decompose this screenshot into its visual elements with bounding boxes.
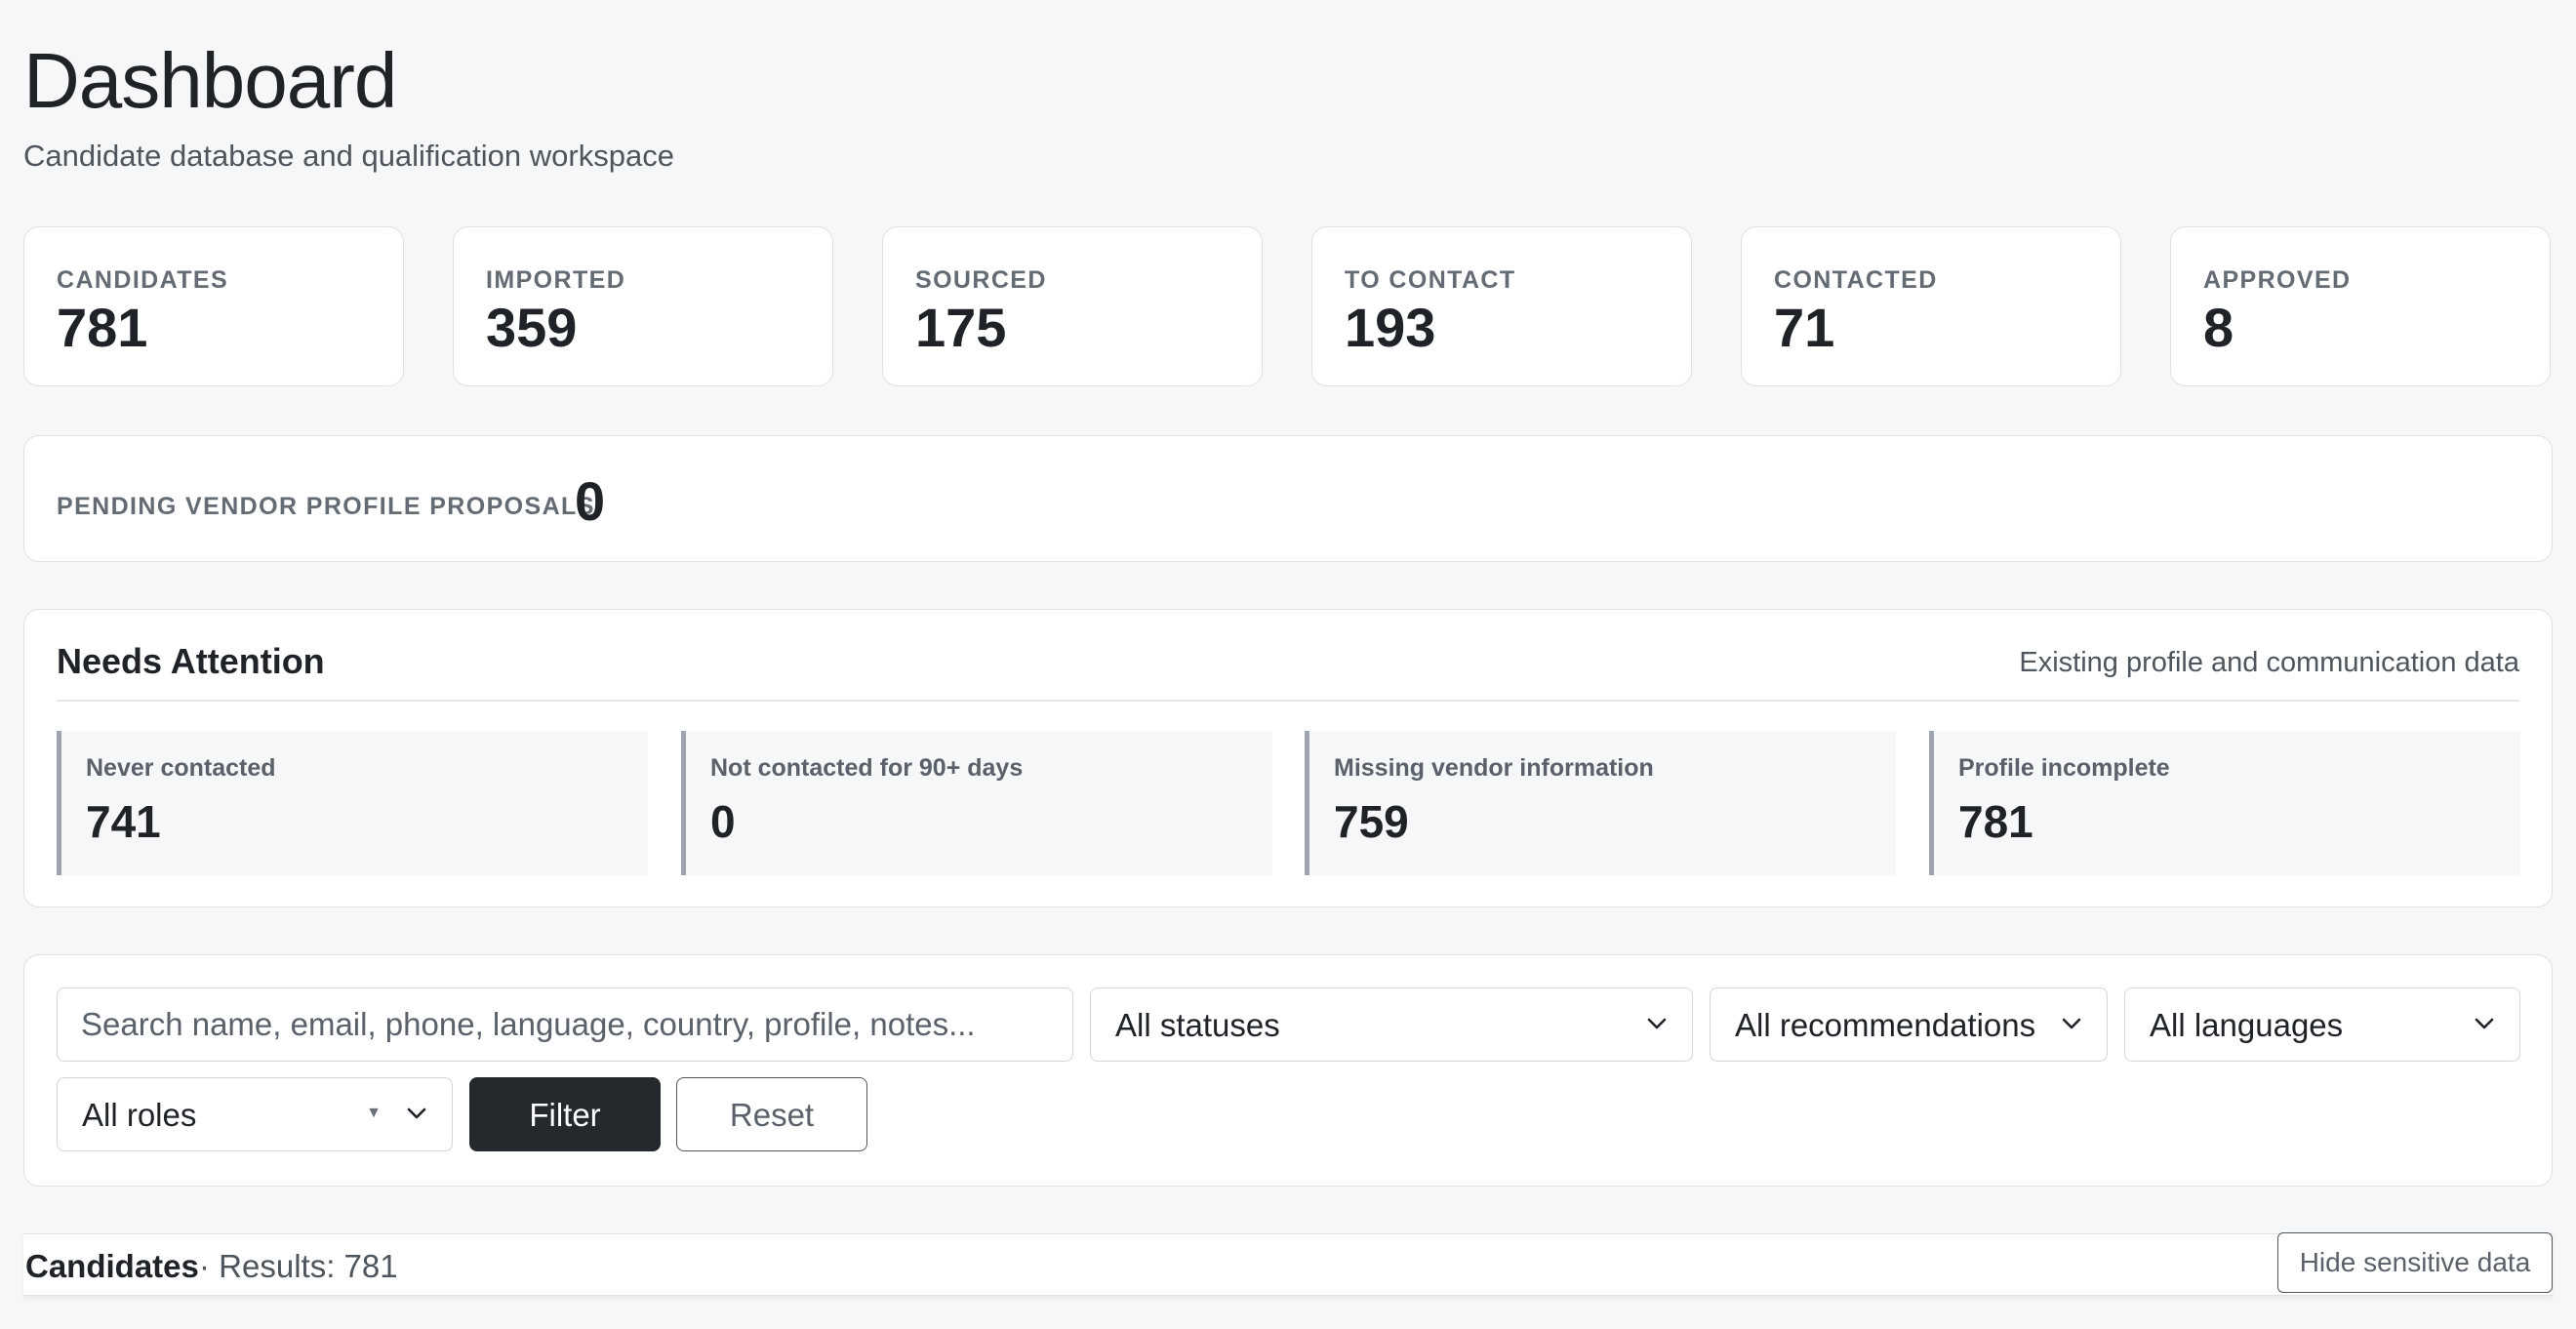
attention-card-missing-vendor[interactable]: Missing vendor information 759 — [1305, 731, 1896, 875]
role-select[interactable]: All roles ▼ — [57, 1077, 453, 1151]
language-select[interactable]: All languages — [2124, 987, 2520, 1062]
attention-card-never-contacted[interactable]: Never contacted 741 — [57, 731, 648, 875]
needs-attention-title: Needs Attention — [57, 641, 325, 681]
pending-proposals-value: 0 — [575, 470, 606, 532]
pending-proposals-card: PENDING VENDOR PROFILE PROPOSALS 0 — [23, 435, 2553, 562]
attention-card-profile-incomplete[interactable]: Profile incomplete 781 — [1929, 731, 2520, 875]
attention-card-value: 781 — [1958, 796, 2033, 847]
status-select[interactable]: All statuses — [1090, 987, 1693, 1062]
stat-value: 193 — [1345, 297, 1436, 358]
candidates-title: Candidates — [25, 1248, 199, 1284]
stat-card-approved: APPROVED 8 — [2170, 226, 2551, 386]
chevron-down-icon — [407, 1108, 426, 1119]
filter-panel: All statuses All recommendations All lan… — [23, 954, 2553, 1187]
attention-card-label: Profile incomplete — [1958, 754, 2170, 782]
divider — [57, 700, 2519, 702]
stat-label: CANDIDATES — [57, 266, 229, 294]
status-select-value: All statuses — [1115, 1007, 1280, 1043]
hide-sensitive-data-button[interactable]: Hide sensitive data — [2277, 1232, 2553, 1293]
candidates-header: Candidates · Results: 781 Hide sensitive… — [23, 1232, 2553, 1296]
stat-value: 71 — [1774, 297, 1835, 358]
attention-card-value: 0 — [710, 796, 736, 847]
stat-label: APPROVED — [2203, 266, 2352, 294]
attention-card-label: Never contacted — [86, 754, 276, 782]
pending-proposals-label: PENDING VENDOR PROFILE PROPOSALS — [57, 493, 595, 520]
stat-label: IMPORTED — [486, 266, 626, 294]
chevron-down-icon — [1647, 1018, 1667, 1029]
needs-attention-note: Existing profile and communication data — [2019, 647, 2519, 678]
role-select-value: All roles — [82, 1097, 197, 1133]
stat-label: CONTACTED — [1774, 266, 1938, 294]
chevron-down-icon — [2062, 1018, 2081, 1029]
stat-value: 175 — [915, 297, 1007, 358]
stat-label: SOURCED — [915, 266, 1047, 294]
stat-value: 8 — [2203, 297, 2234, 358]
reset-button[interactable]: Reset — [676, 1077, 867, 1151]
stat-card-sourced: SOURCED 175 — [882, 226, 1263, 386]
needs-attention-panel: Needs Attention Existing profile and com… — [23, 609, 2553, 907]
stats-row: CANDIDATES 781 IMPORTED 359 SOURCED 175 … — [23, 226, 2553, 388]
recommendation-select-value: All recommendations — [1735, 1007, 2036, 1043]
caret-down-icon: ▼ — [366, 1105, 382, 1121]
language-select-value: All languages — [2150, 1007, 2344, 1043]
stat-value: 781 — [57, 297, 148, 358]
recommendation-select[interactable]: All recommendations — [1710, 987, 2108, 1062]
attention-card-value: 759 — [1334, 796, 1409, 847]
chevron-down-icon — [2475, 1018, 2494, 1029]
candidates-results-count: · Results: 781 — [199, 1248, 398, 1284]
page-title: Dashboard — [23, 37, 397, 124]
attention-card-label: Not contacted for 90+ days — [710, 754, 1024, 782]
attention-card-not-contacted-90[interactable]: Not contacted for 90+ days 0 — [681, 731, 1272, 875]
stat-label: TO CONTACT — [1345, 266, 1516, 294]
stat-card-contacted: CONTACTED 71 — [1741, 226, 2121, 386]
attention-card-value: 741 — [86, 796, 161, 847]
search-input[interactable] — [57, 987, 1073, 1062]
attention-card-label: Missing vendor information — [1334, 754, 1654, 782]
filter-button[interactable]: Filter — [469, 1077, 661, 1151]
page-subtitle: Candidate database and qualification wor… — [23, 139, 674, 173]
stat-card-candidates: CANDIDATES 781 — [23, 226, 404, 386]
stat-card-to-contact: TO CONTACT 193 — [1311, 226, 1692, 386]
stat-card-imported: IMPORTED 359 — [453, 226, 833, 386]
stat-value: 359 — [486, 297, 578, 358]
